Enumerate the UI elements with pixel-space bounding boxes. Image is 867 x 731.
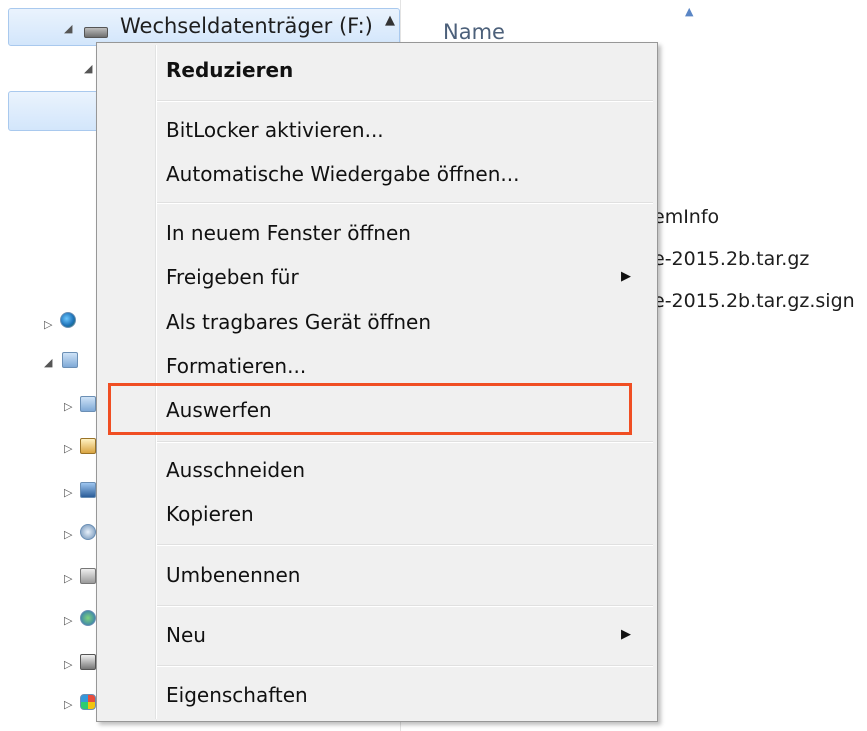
expand-arrow-icon[interactable]: ◢ xyxy=(44,356,52,369)
collapse-arrow-icon[interactable]: ▷ xyxy=(44,318,52,331)
highlight-annotation xyxy=(108,383,632,435)
device-icon[interactable] xyxy=(80,654,96,670)
printer-icon[interactable] xyxy=(80,568,96,584)
collapse-arrow-icon[interactable]: ▷ xyxy=(64,658,72,671)
network-globe-icon[interactable] xyxy=(80,610,96,626)
menu-item-bitlocker[interactable]: BitLocker aktivieren... xyxy=(166,110,384,150)
menu-item-rename[interactable]: Umbenennen xyxy=(166,555,300,595)
menu-item-format[interactable]: Formatieren... xyxy=(166,346,306,386)
control-panel-icon[interactable] xyxy=(62,352,78,368)
menu-separator xyxy=(157,100,653,102)
monitor-icon[interactable] xyxy=(80,482,96,498)
menu-separator xyxy=(157,665,653,667)
tree-item-selected-folder[interactable] xyxy=(8,91,108,131)
submenu-arrow-icon: ▶ xyxy=(621,627,631,642)
expand-arrow-icon[interactable]: ◢ xyxy=(64,22,72,35)
menu-separator xyxy=(157,544,653,546)
file-item[interactable]: e-2015.2b.tar.gz xyxy=(653,248,809,270)
submenu-arrow-icon: ▶ xyxy=(621,269,631,284)
settings-icon[interactable] xyxy=(80,396,96,412)
collapse-arrow-icon[interactable]: ▷ xyxy=(64,698,72,711)
collapse-arrow-icon[interactable]: ▷ xyxy=(64,486,72,499)
menu-item-share-with[interactable]: Freigeben für xyxy=(166,257,299,297)
menu-gutter xyxy=(156,45,157,719)
shield-icon[interactable] xyxy=(80,694,96,710)
name-column-header[interactable]: Name xyxy=(443,20,505,44)
menu-item-cut[interactable]: Ausschneiden xyxy=(166,450,305,490)
menu-item-open-portable-device[interactable]: Als tragbares Gerät öffnen xyxy=(166,302,431,342)
collapse-arrow-icon[interactable]: ▷ xyxy=(64,400,72,413)
drive-label: Wechseldatenträger (F:) xyxy=(120,14,373,38)
sort-ascending-icon: ▲ xyxy=(685,5,694,18)
collapse-arrow-icon[interactable]: ▷ xyxy=(64,528,72,541)
file-item[interactable]: e-2015.2b.tar.gz.sign xyxy=(653,290,855,312)
menu-item-properties[interactable]: Eigenschaften xyxy=(166,675,308,715)
collapse-arrow-icon[interactable]: ▷ xyxy=(64,572,72,585)
expand-arrow-icon[interactable]: ◢ xyxy=(84,62,92,75)
menu-item-copy[interactable]: Kopieren xyxy=(166,494,254,534)
menu-separator xyxy=(157,202,653,204)
menu-item-reduzieren[interactable]: Reduzieren xyxy=(166,50,293,90)
removable-drive-icon xyxy=(84,27,108,38)
context-menu: Reduzieren BitLocker aktivieren... Autom… xyxy=(96,42,658,722)
menu-separator xyxy=(157,605,653,607)
users-icon[interactable] xyxy=(80,438,96,454)
scroll-up-button[interactable]: ▲ xyxy=(380,9,400,33)
file-item[interactable]: emInfo xyxy=(653,206,719,228)
network-computer-icon[interactable] xyxy=(60,312,76,328)
collapse-arrow-icon[interactable]: ▷ xyxy=(64,614,72,627)
menu-item-new[interactable]: Neu xyxy=(166,615,206,655)
collapse-arrow-icon[interactable]: ▷ xyxy=(64,442,72,455)
menu-separator xyxy=(157,441,653,443)
menu-item-open-new-window[interactable]: In neuem Fenster öffnen xyxy=(166,213,411,253)
clock-icon[interactable] xyxy=(80,524,96,540)
menu-item-autoplay[interactable]: Automatische Wiedergabe öffnen... xyxy=(166,154,519,194)
